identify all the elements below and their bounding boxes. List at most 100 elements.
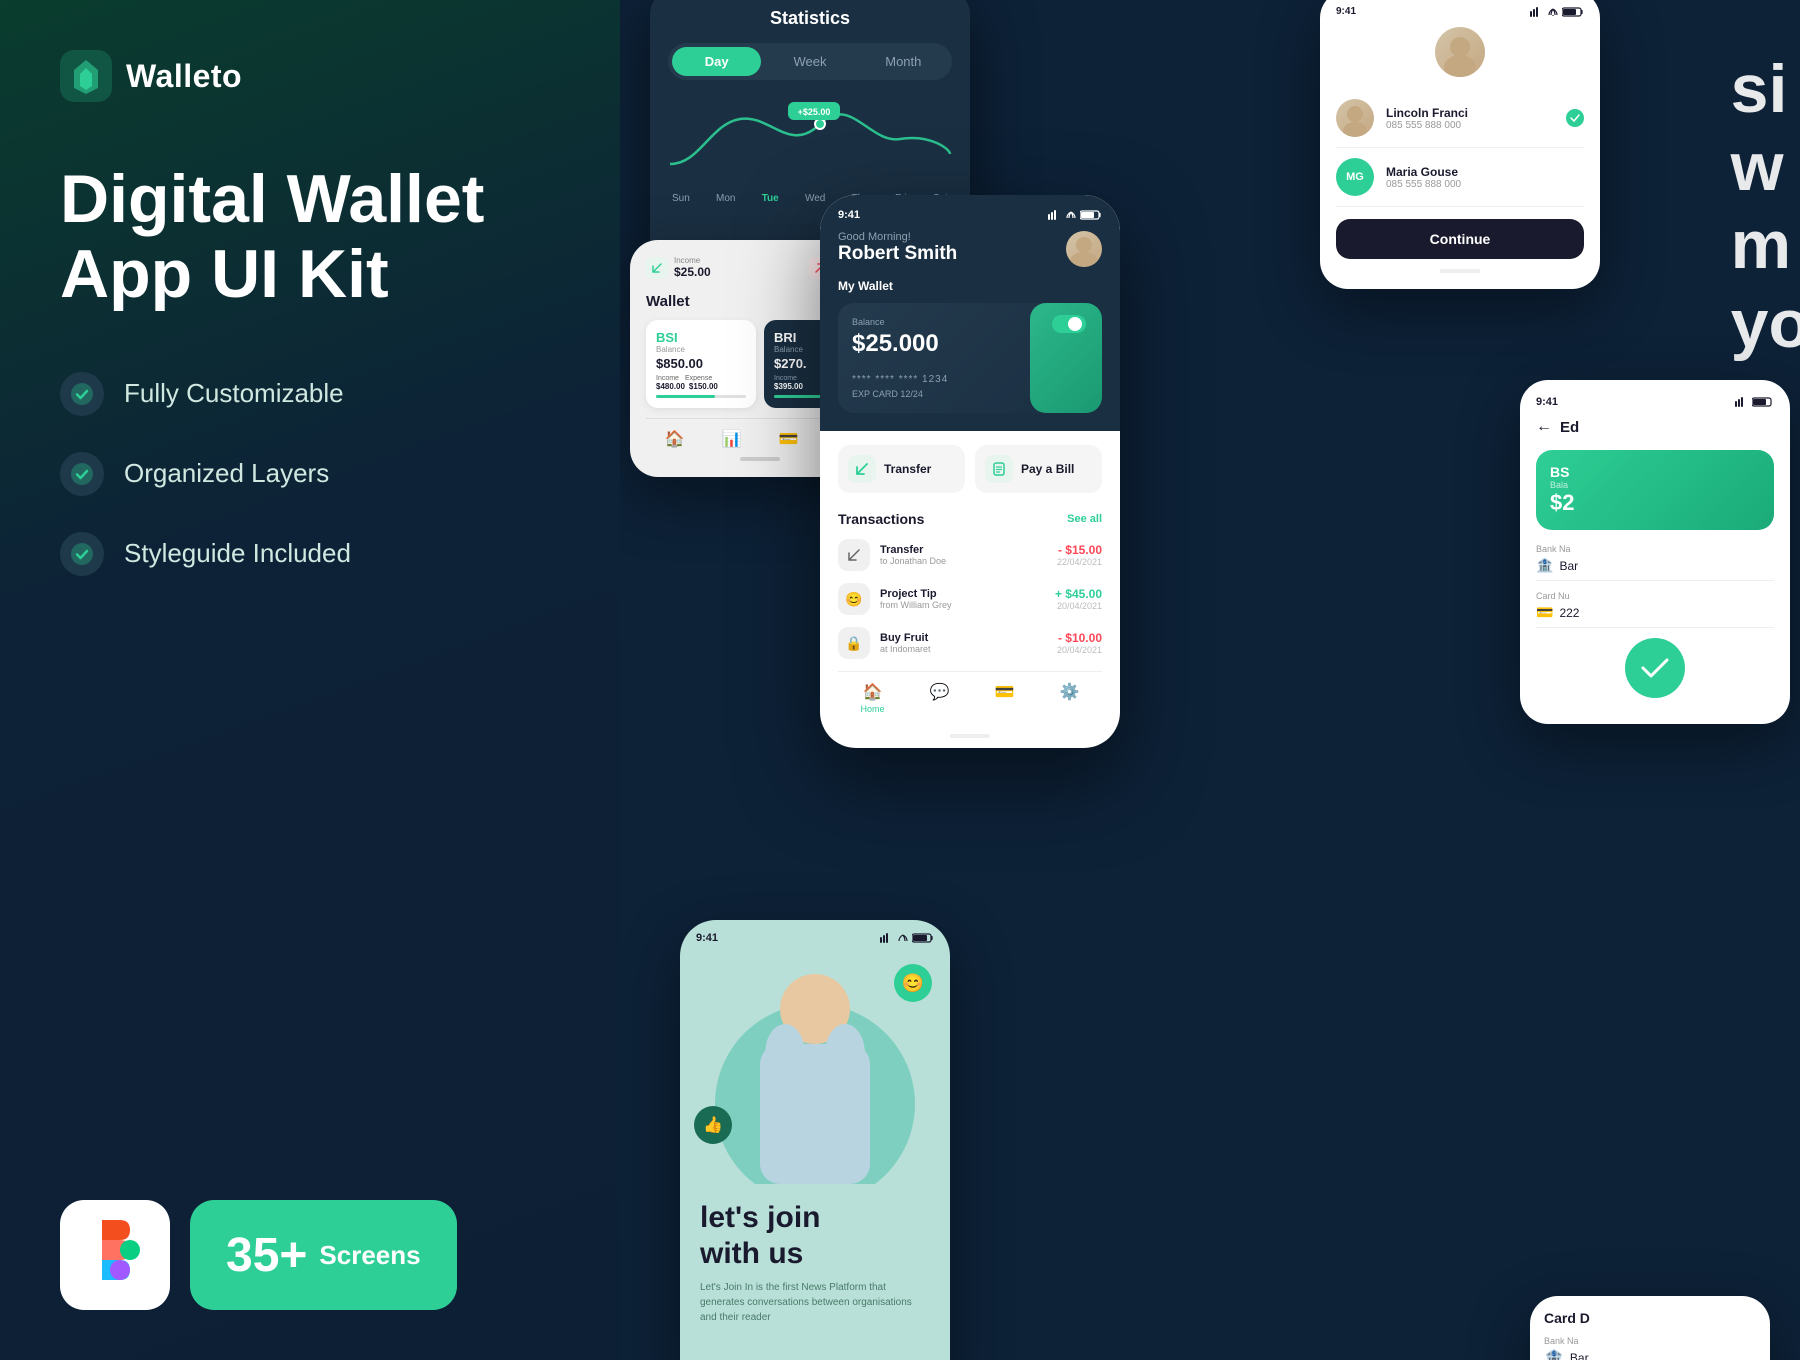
- card-d-field-0: Bank Na 🏦 Bar: [1544, 1336, 1756, 1360]
- stats-tab-day[interactable]: Day: [672, 47, 761, 76]
- person-figure: [730, 954, 900, 1184]
- txn-sub-2: at Indomaret: [880, 644, 1047, 654]
- bank-value-d: Bar: [1570, 1351, 1589, 1360]
- dashboard-header: 9:41 Good Morning! Robert Smith: [820, 195, 1120, 431]
- feature-label-customizable: Fully Customizable: [124, 378, 344, 409]
- expense-stat-0: Expense: [685, 375, 712, 382]
- home-indicator: [1440, 269, 1480, 273]
- stats-tabs: Day Week Month: [668, 43, 952, 80]
- feature-label-styleguide: Styleguide Included: [124, 538, 351, 569]
- txn-info-0: Transfer to Jonathan Doe: [880, 544, 1047, 566]
- edit-time: 9:41: [1536, 396, 1558, 408]
- edit-screen-title: Ed: [1560, 419, 1579, 436]
- nav-home[interactable]: 🏠 Home: [861, 682, 885, 714]
- edit-status-icons: [1735, 397, 1774, 407]
- income-item: Income $25.00: [646, 256, 711, 279]
- contact-status-icons: [1530, 7, 1584, 17]
- card-field-bank: Bank Na 🏦 Bar: [1536, 544, 1774, 581]
- dash-card: Balance $25.000 **** **** **** 1234 EXP …: [838, 303, 1102, 413]
- card-field-number: Card Nu 💳 222: [1536, 591, 1774, 628]
- edit-card: BS Bala $2: [1536, 450, 1774, 530]
- back-arrow[interactable]: ←: [1536, 418, 1552, 436]
- join-title-line1: let's join: [700, 1201, 820, 1234]
- dash-avatar: [1066, 231, 1102, 267]
- txn-name-2: Buy Fruit: [880, 632, 1047, 644]
- edit-screen: 9:41 ← Ed BS Bala $2 Bank Na 🏦: [1520, 380, 1790, 724]
- contact-phone-lincoln: 085 555 888 000: [1386, 120, 1554, 131]
- join-content: let's join with us Let's Join In is the …: [680, 1184, 950, 1341]
- pay-bill-button[interactable]: Pay a Bill: [975, 445, 1102, 493]
- wallet-nav-stats[interactable]: 📊: [722, 429, 742, 449]
- transfer-icon: [848, 455, 876, 483]
- edit-card-balance-label: Bala: [1550, 480, 1760, 490]
- stats-chart: +$25.00: [668, 94, 952, 184]
- contact-avatar-main: [1435, 27, 1485, 77]
- txn-sub-0: to Jonathan Doe: [880, 556, 1047, 566]
- emoji-smiley: 😊: [894, 964, 932, 1002]
- join-image-area: 😊 👍: [680, 944, 950, 1184]
- card-field-number-row: 💳 222: [1536, 604, 1774, 628]
- nav-settings2[interactable]: ⚙️: [1060, 682, 1080, 714]
- transfer-button[interactable]: Transfer: [838, 445, 965, 493]
- stats-tab-month[interactable]: Month: [859, 47, 948, 76]
- contact-item-1[interactable]: MG Maria Gouse 085 555 888 000: [1336, 148, 1584, 207]
- left-panel: Walleto Digital Wallet App UI Kit Fully …: [0, 0, 620, 1360]
- edit-card-balance: $2: [1550, 490, 1760, 516]
- features-list: Fully Customizable Organized Layers Styl…: [60, 372, 560, 576]
- join-title: let's join with us: [700, 1200, 930, 1272]
- edit-status-bar: 9:41: [1536, 396, 1774, 408]
- screens-count: 35+: [226, 1228, 307, 1283]
- see-all-button[interactable]: See all: [1067, 513, 1102, 525]
- avatar-maria: MG: [1336, 158, 1374, 196]
- txn-icon-2: 🔒: [838, 627, 870, 659]
- txn-amount-2: - $10.00: [1057, 631, 1102, 645]
- stats-title: Statistics: [668, 8, 952, 29]
- brand-name: Walleto: [126, 58, 242, 95]
- card-d-field-row-0: 🏦 Bar: [1544, 1348, 1756, 1360]
- contact-info-maria: Maria Gouse 085 555 888 000: [1386, 165, 1584, 190]
- progress-fill-0: [656, 395, 715, 398]
- feature-item-styleguide: Styleguide Included: [60, 532, 560, 576]
- contact-phone-maria: 085 555 888 000: [1386, 179, 1584, 190]
- txn-info-1: Project Tip from William Grey: [880, 588, 1045, 610]
- contact-info-lincoln: Lincoln Franci 085 555 888 000: [1386, 106, 1554, 131]
- card-field-bank-value: Bar: [1559, 559, 1578, 573]
- txn-0: Transfer to Jonathan Doe - $15.00 22/04/…: [838, 539, 1102, 571]
- wallet-nav-home[interactable]: 🏠: [665, 429, 685, 449]
- dash-greeting-row: Good Morning! Robert Smith: [838, 231, 1102, 267]
- day-wed: Wed: [805, 193, 825, 204]
- home-indicator-wallet: [740, 457, 780, 461]
- card-field-bank-row: 🏦 Bar: [1536, 557, 1774, 581]
- contact-name-lincoln: Lincoln Franci: [1386, 106, 1554, 120]
- contact-name-maria: Maria Gouse: [1386, 165, 1584, 179]
- wallet-card-0: BSI Balance $850.00 Income Expense $480.…: [646, 320, 756, 408]
- contact-item-0[interactable]: Lincoln Franci 085 555 888 000: [1336, 89, 1584, 148]
- txn-sub-1: from William Grey: [880, 600, 1045, 610]
- toggle-knob: [1068, 317, 1082, 331]
- wallet-nav-card[interactable]: 💳: [779, 429, 799, 449]
- screens-badge: 35+ Screens: [190, 1200, 457, 1310]
- balance-0: $850.00: [656, 356, 746, 371]
- figma-badge: [60, 1200, 170, 1310]
- stats-tab-week[interactable]: Week: [765, 47, 854, 76]
- partial-line1: si: [1731, 50, 1800, 128]
- card-stats-0: Income Expense: [656, 375, 746, 382]
- card-toggle[interactable]: [1052, 315, 1086, 333]
- card-d-field-label-0: Bank Na: [1544, 1336, 1756, 1346]
- card-field-bank-label: Bank Na: [1536, 544, 1774, 554]
- partial-line4: yo: [1731, 285, 1800, 363]
- logo-area: Walleto: [60, 50, 560, 102]
- partial-line2: w: [1731, 128, 1800, 206]
- card-field-number-label: Card Nu: [1536, 591, 1774, 601]
- home-indicator-dash: [950, 734, 990, 738]
- partial-line3: m: [1731, 206, 1800, 284]
- nav-card2[interactable]: 💳: [995, 682, 1015, 714]
- nav-chat[interactable]: 💬: [930, 682, 950, 714]
- contact-screen: 9:41 Lincoln Franci: [1320, 0, 1600, 289]
- day-mon: Mon: [716, 193, 735, 204]
- join-status-icons: [880, 933, 934, 943]
- dash-bottom-nav: 🏠 Home 💬 💳 ⚙️: [838, 671, 1102, 714]
- continue-button[interactable]: Continue: [1336, 219, 1584, 259]
- txn-1: 😊 Project Tip from William Grey + $45.00…: [838, 583, 1102, 615]
- check-lincoln: [1566, 109, 1584, 127]
